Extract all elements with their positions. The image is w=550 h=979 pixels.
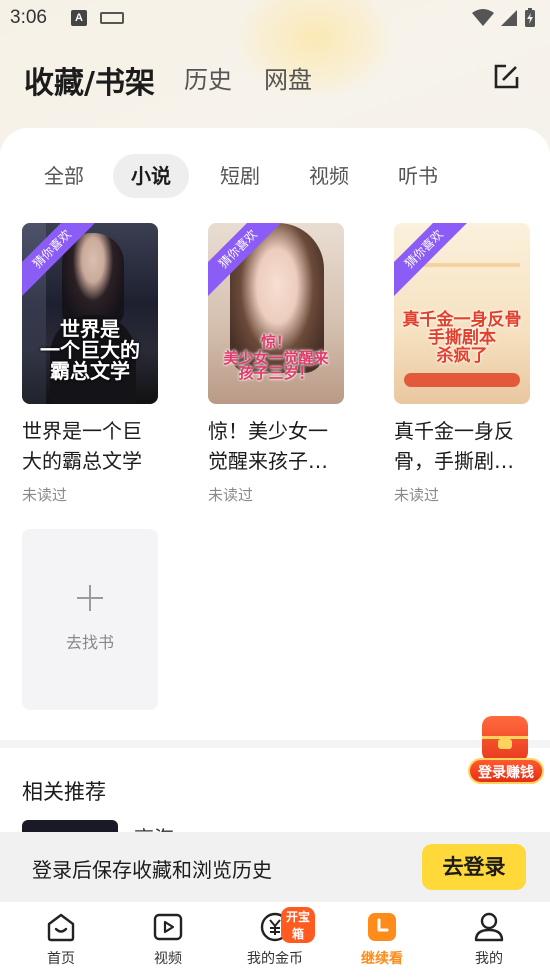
cover-title: 真千金一身反骨 手撕剧本 杀疯了	[402, 310, 522, 367]
status-icons	[472, 8, 536, 28]
book-cover[interactable]: 猜你喜欢 真千金一身反骨 手撕剧本 杀疯了	[394, 223, 530, 404]
nav-label: 我的金币	[247, 951, 303, 967]
login-button[interactable]: 去登录	[422, 844, 526, 890]
read-status: 未读过	[22, 486, 68, 504]
bottom-nav: 首页 视频 我的金币 开宝箱 继续看 我的	[0, 902, 550, 979]
gift-icon	[482, 716, 528, 762]
book-item[interactable]: 猜你喜欢 世界是 一个巨大的 霸总文学 世界是一个巨大的霸总文学 未读过	[22, 223, 160, 505]
signal-icon	[501, 10, 517, 26]
read-status: 未读过	[208, 486, 254, 504]
keyboard-icon	[100, 12, 124, 24]
login-reward-float[interactable]: 登录赚钱	[468, 716, 544, 786]
video-icon	[153, 913, 183, 941]
nav-video[interactable]: 视频	[128, 910, 208, 968]
related-title: 相关推荐	[22, 780, 106, 804]
book-item[interactable]: 猜你喜欢 真千金一身反骨 手撕剧本 杀疯了 真千金一身反骨，手撕剧… 未读过	[394, 223, 532, 505]
reward-label: 登录赚钱	[468, 758, 544, 784]
home-icon	[47, 913, 75, 942]
filter-tab-short-drama[interactable]: 短剧	[202, 154, 278, 198]
tab-cloud-drive[interactable]: 网盘	[264, 60, 312, 95]
nav-label: 首页	[47, 951, 75, 967]
input-method-icon: A	[71, 10, 87, 26]
nav-label: 视频	[154, 951, 182, 967]
nav-coins[interactable]: 我的金币 开宝箱	[235, 907, 315, 968]
book-item[interactable]: 猜你喜欢 惊！ 美少女一觉醒来 孩子三岁！ 惊！美少女一觉醒来孩子… 未读过	[208, 223, 346, 505]
book-cover[interactable]: 猜你喜欢 惊！ 美少女一觉醒来 孩子三岁！	[208, 223, 344, 404]
edit-icon[interactable]	[492, 63, 520, 91]
status-time: 3:06	[10, 7, 47, 28]
read-status: 未读过	[394, 486, 440, 504]
wifi-icon	[472, 9, 494, 26]
status-bar: 3:06 A	[0, 0, 550, 36]
cover-title: 惊！ 美少女一觉醒来 孩子三岁！	[223, 332, 329, 383]
filter-tab-audiobook[interactable]: 听书	[380, 154, 456, 198]
login-banner: 登录后保存收藏和浏览历史 去登录	[0, 832, 550, 902]
nav-label: 我的	[475, 951, 503, 967]
plus-icon	[75, 583, 105, 613]
nav-profile[interactable]: 我的	[449, 910, 529, 968]
login-prompt: 登录后保存收藏和浏览历史	[32, 858, 272, 882]
book-title: 真千金一身反骨，手撕剧…	[394, 419, 514, 473]
filter-tab-novel[interactable]: 小说	[113, 154, 189, 198]
find-books-label: 去找书	[65, 633, 114, 652]
tab-favorites[interactable]: 收藏/书架	[24, 58, 155, 102]
book-title: 惊！美少女一觉醒来孩子…	[208, 419, 328, 473]
profile-icon	[474, 912, 504, 942]
book-cover[interactable]: 猜你喜欢 世界是 一个巨大的 霸总文学	[22, 223, 158, 404]
treasure-box-badge: 开宝箱	[281, 907, 315, 943]
battery-icon	[525, 8, 535, 27]
find-books-button[interactable]: 去找书	[22, 529, 158, 710]
nav-home[interactable]: 首页	[21, 910, 101, 968]
tab-history[interactable]: 历史	[184, 60, 232, 95]
nav-label: 继续看	[361, 951, 403, 967]
filter-tab-video[interactable]: 视频	[291, 154, 367, 198]
book-title: 世界是一个巨大的霸总文学	[22, 419, 142, 473]
continue-icon	[368, 913, 396, 941]
cover-title: 世界是 一个巨大的 霸总文学	[40, 317, 140, 383]
filter-tab-all[interactable]: 全部	[26, 154, 102, 198]
nav-continue[interactable]: 继续看	[342, 910, 422, 968]
